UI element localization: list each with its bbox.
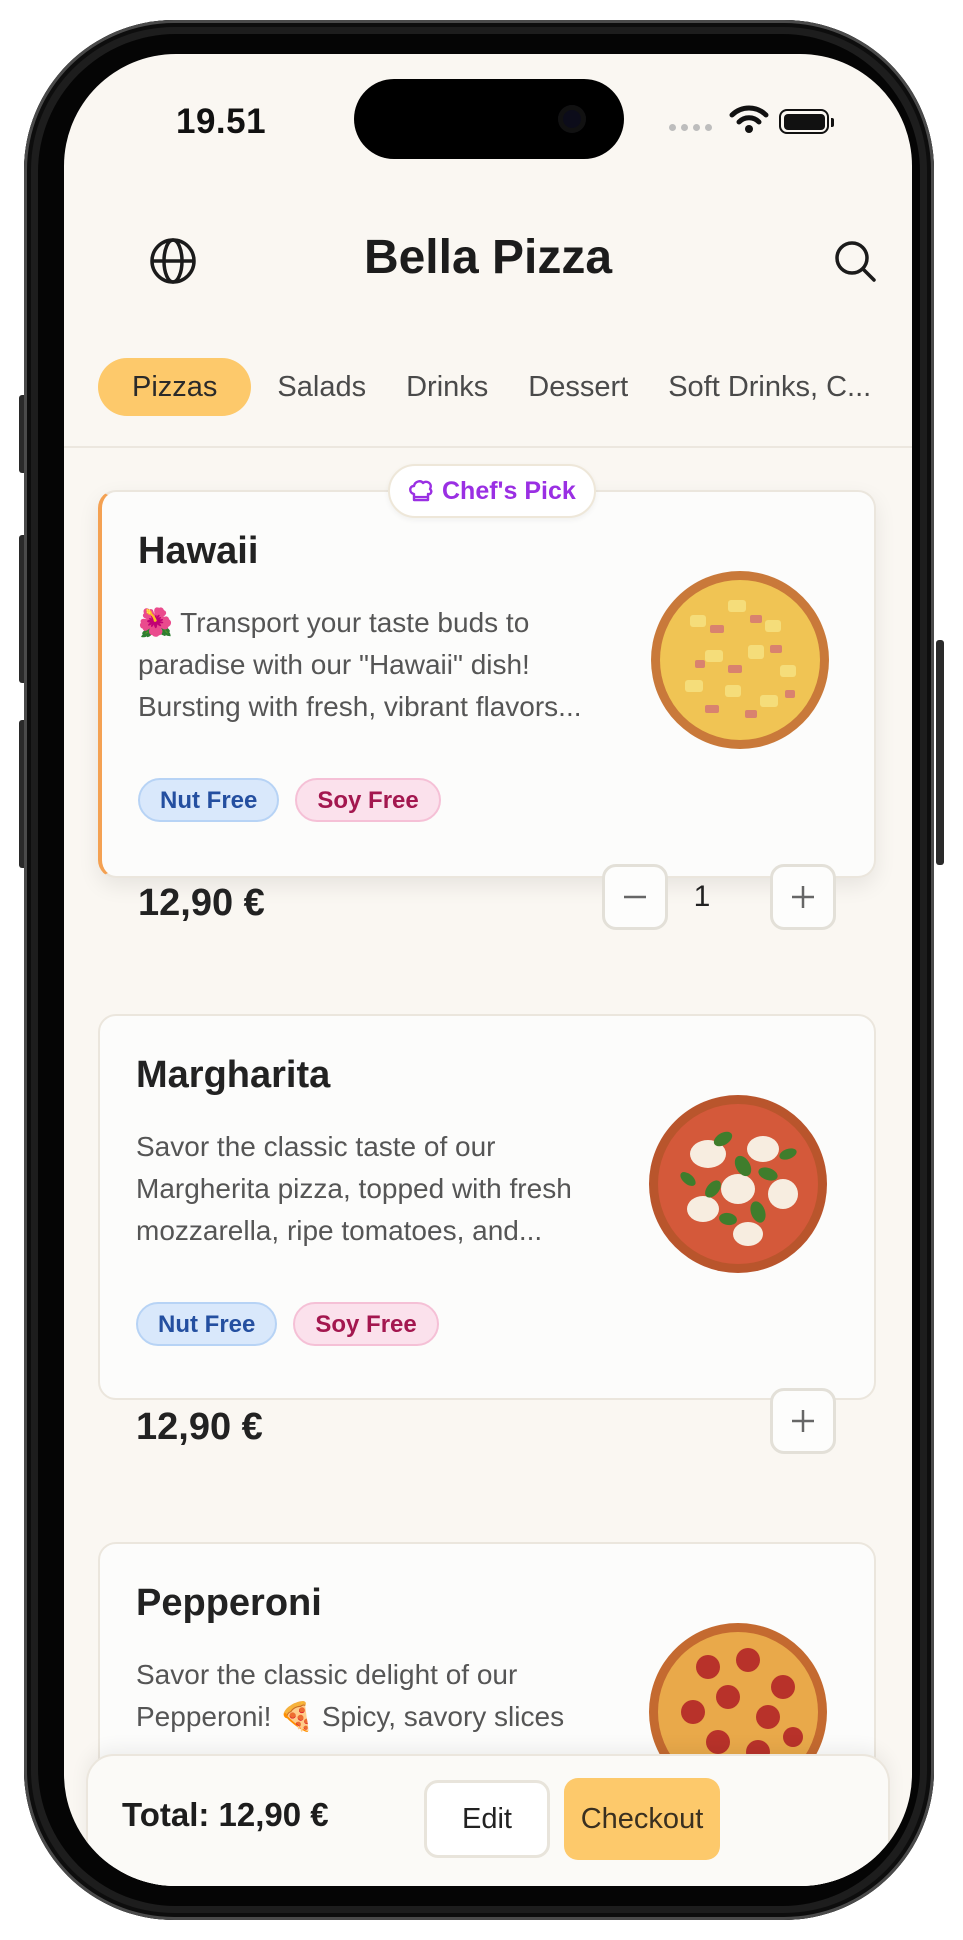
item-quantity: 1 bbox=[693, 880, 711, 913]
dynamic-island bbox=[354, 79, 624, 159]
item-description: Savor the classic taste of our Margherit… bbox=[136, 1131, 572, 1246]
app-screen: 19.51 Bella Pizza Pizzas Salads Drinks D… bbox=[64, 54, 912, 1886]
increase-quantity-button[interactable] bbox=[770, 864, 836, 930]
search-icon bbox=[835, 241, 876, 282]
hawaii-pizza-image bbox=[651, 571, 829, 749]
plus-icon bbox=[792, 1410, 814, 1432]
menu-item-card-margharita[interactable]: Margharita Savor the classic taste of ou… bbox=[98, 1014, 876, 1454]
wifi-icon bbox=[729, 105, 769, 133]
dietary-tags: Nut Free Soy Free bbox=[138, 778, 441, 822]
menu-item-card-hawaii[interactable]: Hawaii 🌺 Transport your taste buds to pa… bbox=[98, 490, 876, 930]
item-price: 12,90 € bbox=[136, 1406, 263, 1448]
plus-icon bbox=[792, 886, 814, 908]
search-button[interactable] bbox=[820, 226, 890, 296]
item-name: Hawaii bbox=[138, 530, 259, 572]
tab-pizzas[interactable]: Pizzas bbox=[98, 358, 252, 416]
tag-nut-free: Nut Free bbox=[136, 1302, 278, 1346]
battery-icon bbox=[779, 109, 834, 134]
tabs-divider bbox=[64, 446, 912, 448]
cellular-signal-icon bbox=[669, 124, 712, 131]
status-time: 19.51 bbox=[176, 102, 267, 141]
order-total: Total: 12,90 € bbox=[122, 1796, 329, 1833]
dietary-tags: Nut Free Soy Free bbox=[136, 1302, 439, 1346]
item-price: 12,90 € bbox=[138, 882, 265, 924]
tag-soy-free: Soy Free bbox=[293, 1302, 439, 1346]
chefs-pick-badge: Chef's Pick bbox=[388, 464, 596, 518]
decrease-quantity-button[interactable] bbox=[602, 864, 668, 930]
checkout-button[interactable]: Checkout bbox=[564, 1778, 720, 1860]
tag-soy-free: Soy Free bbox=[295, 778, 441, 822]
checkout-bar: Total: 12,90 € Edit Checkout bbox=[86, 1754, 890, 1886]
tag-nut-free: Nut Free bbox=[138, 778, 280, 822]
minus-icon bbox=[624, 895, 646, 899]
power-button bbox=[936, 640, 944, 865]
camera-icon bbox=[558, 105, 586, 133]
item-description: Savor the classic delight of our Peppero… bbox=[136, 1659, 565, 1732]
item-description: 🌺 Transport your taste buds to paradise … bbox=[138, 607, 582, 722]
category-tabs: Pizzas Salads Drinks Dessert Soft Drinks… bbox=[98, 358, 891, 416]
margharita-pizza-image bbox=[649, 1095, 827, 1273]
tab-dessert[interactable]: Dessert bbox=[508, 358, 648, 416]
tab-drinks[interactable]: Drinks bbox=[386, 358, 508, 416]
tab-soft-drinks[interactable]: Soft Drinks, C... bbox=[648, 358, 891, 416]
item-name: Margharita bbox=[136, 1054, 331, 1096]
edit-order-button[interactable]: Edit bbox=[424, 1780, 550, 1858]
chefs-pick-label: Chef's Pick bbox=[442, 476, 576, 505]
tab-salads[interactable]: Salads bbox=[257, 358, 386, 416]
page-title: Bella Pizza bbox=[363, 231, 613, 284]
chef-hat-icon bbox=[409, 480, 433, 502]
add-to-cart-button[interactable] bbox=[770, 1388, 836, 1454]
item-name: Pepperoni bbox=[136, 1582, 322, 1624]
